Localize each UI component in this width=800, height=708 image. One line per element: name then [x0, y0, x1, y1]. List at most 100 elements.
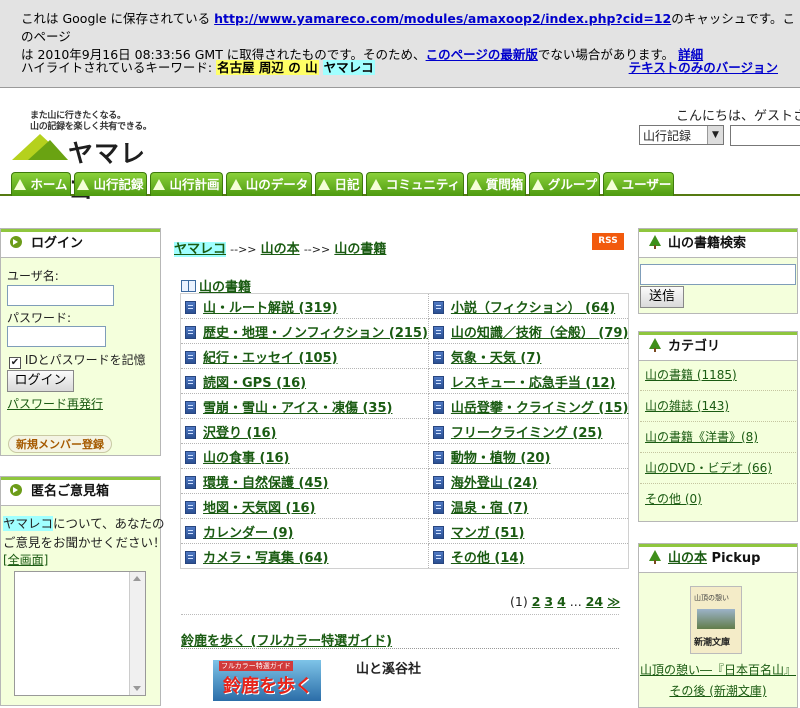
- login-header: ログイン: [1, 229, 160, 258]
- username-label: ユーザ名:: [7, 269, 59, 283]
- document-icon: [432, 450, 444, 464]
- signup-button[interactable]: 新規メンバー登録: [8, 435, 112, 453]
- feedback-textarea[interactable]: [14, 571, 146, 696]
- feedback-highlight: ヤマレコ: [3, 516, 54, 531]
- category-link[interactable]: マンガ (51): [451, 526, 525, 541]
- list-item: 山の書籍《洋書》(8): [640, 422, 796, 453]
- site-logo[interactable]: また山に行きたくなる。 山の記録を楽しく共有できる。 ヤマレコ: [10, 108, 160, 204]
- category-link[interactable]: 山の知識／技術（全般） (79): [451, 326, 629, 341]
- document-icon: [185, 550, 196, 564]
- latest-version-link[interactable]: このページの最新版: [426, 47, 538, 62]
- tab-groups[interactable]: グループ: [529, 172, 600, 196]
- list-item: 山の雑誌 (143): [640, 391, 796, 422]
- pickup-title-link[interactable]: 山の本: [668, 551, 707, 566]
- document-icon: [432, 400, 444, 414]
- category-link[interactable]: 山・ルート解説 (319): [203, 301, 338, 316]
- category-cell: 歴史・地理・ノンフィクション (215): [180, 318, 429, 344]
- document-icon: [432, 300, 444, 314]
- pickup-book-cover[interactable]: 山頂の憩い 新潮文庫: [690, 586, 742, 654]
- pickup-title: Pickup: [707, 551, 761, 566]
- category-link[interactable]: 読図・GPS (16): [203, 376, 306, 391]
- category-link[interactable]: カレンダー (9): [203, 526, 293, 541]
- category-link[interactable]: 山の書籍 (1185): [645, 368, 737, 382]
- chevron-down-icon: ▼: [707, 126, 723, 144]
- featured-book-title[interactable]: 鈴鹿を歩く (フルカラー特選ガイド): [181, 630, 392, 649]
- remember-checkbox[interactable]: ✔: [9, 357, 21, 369]
- tab-questions[interactable]: 質問箱: [467, 172, 526, 196]
- highlighted-keywords: ハイライトされているキーワード: 名古屋 周辺 の 山 ヤマレコ: [21, 59, 375, 77]
- arrow-bullet-icon: [10, 236, 22, 248]
- category-link[interactable]: 環境・自然保護 (45): [203, 476, 329, 491]
- category-link[interactable]: フリークライミング (25): [451, 426, 603, 441]
- category-link[interactable]: 沢登り (16): [203, 426, 277, 441]
- pickup-book-link-2[interactable]: その後 (新潮文庫): [669, 684, 766, 698]
- breadcrumb-root[interactable]: ヤマレコ: [174, 242, 227, 257]
- category-link[interactable]: 山の書籍《洋書》(8): [645, 430, 758, 444]
- breadcrumb-current[interactable]: 山の書籍: [334, 242, 386, 257]
- tab-users[interactable]: ユーザー: [603, 172, 674, 196]
- feedback-header: 匿名ご意見箱: [1, 477, 160, 506]
- book-search-input[interactable]: [640, 264, 796, 285]
- cover-subtitle: フルカラー特選ガイド: [219, 661, 293, 671]
- category-link[interactable]: 地図・天気図 (16): [203, 501, 316, 516]
- category-cell: 小説（フィクション） (64): [427, 293, 630, 319]
- pickup-book-link[interactable]: 山頂の憩い―『日本百名山』: [640, 663, 796, 677]
- table-row: 山の食事 (16) 動物・植物 (20): [180, 443, 630, 469]
- category-cell: 海外登山 (24): [427, 468, 630, 494]
- tab-label: 山行記録: [93, 177, 144, 192]
- category-link[interactable]: 雪崩・雪山・アイス・凍傷 (35): [203, 401, 392, 416]
- tab-home[interactable]: ホーム: [11, 172, 71, 196]
- page-ellipsis: ...: [569, 594, 582, 609]
- page-last-link[interactable]: 24: [586, 594, 603, 609]
- password-input[interactable]: [7, 326, 106, 347]
- category-link[interactable]: カメラ・写真集 (64): [203, 551, 329, 566]
- cached-url-link[interactable]: http://www.yamareco.com/modules/amaxoop2…: [214, 11, 671, 26]
- featured-publisher: 山と溪谷社: [356, 662, 422, 677]
- tab-diary[interactable]: 日記: [315, 172, 363, 196]
- tab-mountain-data[interactable]: 山のデータ: [226, 172, 312, 196]
- category-link[interactable]: その他 (14): [451, 551, 525, 566]
- pickup-cover-label: 新潮文庫: [694, 638, 731, 648]
- site-search-input[interactable]: [730, 125, 800, 146]
- textarea-scrollbar[interactable]: [129, 572, 145, 695]
- tab-records[interactable]: 山行記録: [74, 172, 147, 196]
- breadcrumb-books[interactable]: 山の本: [261, 242, 300, 257]
- category-link[interactable]: 動物・植物 (20): [451, 451, 551, 466]
- page-link[interactable]: 2: [532, 594, 541, 609]
- featured-book-cover[interactable]: フルカラー特選ガイド 鈴鹿を歩く: [213, 660, 321, 701]
- category-link[interactable]: その他 (0): [645, 492, 702, 506]
- category-link[interactable]: 海外登山 (24): [451, 476, 538, 491]
- category-link[interactable]: 山のDVD・ビデオ (66): [645, 461, 772, 475]
- tab-plans[interactable]: 山行計画: [150, 172, 223, 196]
- login-button[interactable]: ログイン: [7, 370, 74, 392]
- category-header: カテゴリ: [639, 332, 797, 361]
- category-link[interactable]: 小説（フィクション） (64): [451, 301, 615, 316]
- category-cell: 沢登り (16): [180, 418, 429, 444]
- cache-text: これは Google に保存されている: [21, 11, 211, 26]
- document-icon: [432, 525, 444, 539]
- page-link[interactable]: 4: [557, 594, 566, 609]
- divider: [181, 614, 619, 615]
- fullscreen-link[interactable]: [全画面]: [3, 551, 48, 568]
- category-cell: 温泉・宿 (7): [427, 493, 630, 519]
- category-link[interactable]: レスキュー・応急手当 (12): [451, 376, 616, 391]
- list-item: 山の書籍 (1185): [640, 360, 796, 391]
- category-link[interactable]: 山岳登攀・クライミング (15): [451, 401, 629, 416]
- category-link[interactable]: 山の食事 (16): [203, 451, 290, 466]
- category-link[interactable]: 山の雑誌 (143): [645, 399, 729, 413]
- category-link[interactable]: 温泉・宿 (7): [451, 501, 528, 516]
- text-only-link[interactable]: テキストのみのバージョン: [629, 59, 778, 77]
- tab-community[interactable]: コミュニティ: [366, 172, 464, 196]
- username-input[interactable]: [7, 285, 114, 306]
- password-reissue-link[interactable]: パスワード再発行: [7, 395, 103, 412]
- keywords-label: ハイライトされているキーワード:: [21, 60, 213, 75]
- page-next-link[interactable]: ≫: [607, 594, 620, 609]
- table-row: 地図・天気図 (16) 温泉・宿 (7): [180, 493, 630, 519]
- search-type-select[interactable]: 山行記録 ▼: [639, 125, 724, 145]
- category-link[interactable]: 気象・天気 (7): [451, 351, 541, 366]
- category-link[interactable]: 紀行・エッセイ (105): [203, 351, 338, 366]
- rss-button[interactable]: RSS: [592, 233, 624, 250]
- category-link[interactable]: 歴史・地理・ノンフィクション (215): [203, 326, 428, 341]
- page-link[interactable]: 3: [544, 594, 553, 609]
- book-search-submit[interactable]: 送信: [640, 286, 684, 308]
